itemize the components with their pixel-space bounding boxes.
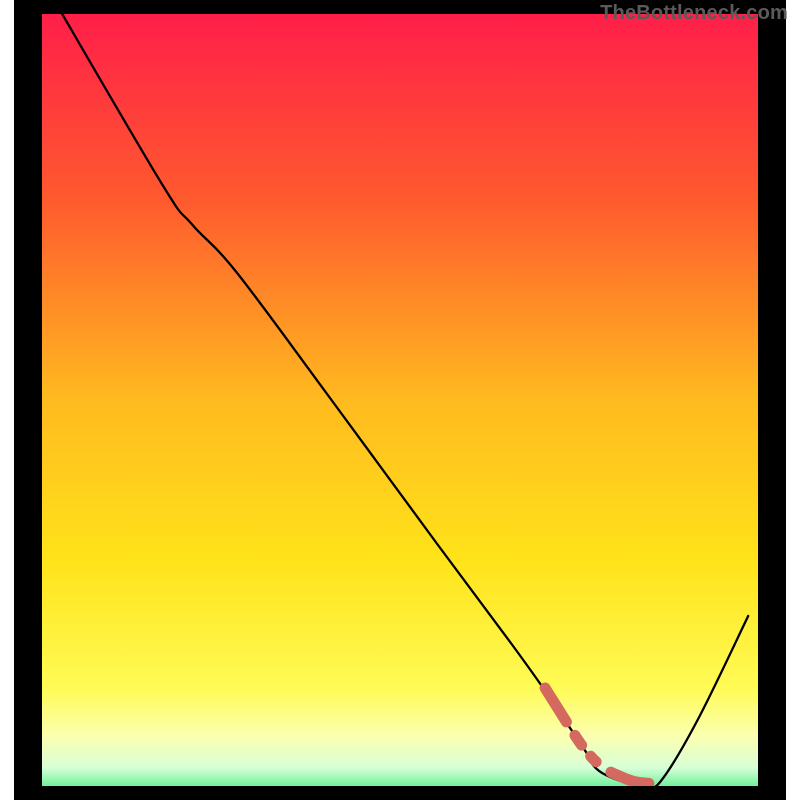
attribution-label: TheBottleneck.com — [600, 2, 788, 25]
chart-svg — [0, 0, 800, 800]
plot-gradient-background — [28, 0, 772, 800]
chart-stage: TheBottleneck.com — [0, 0, 800, 800]
